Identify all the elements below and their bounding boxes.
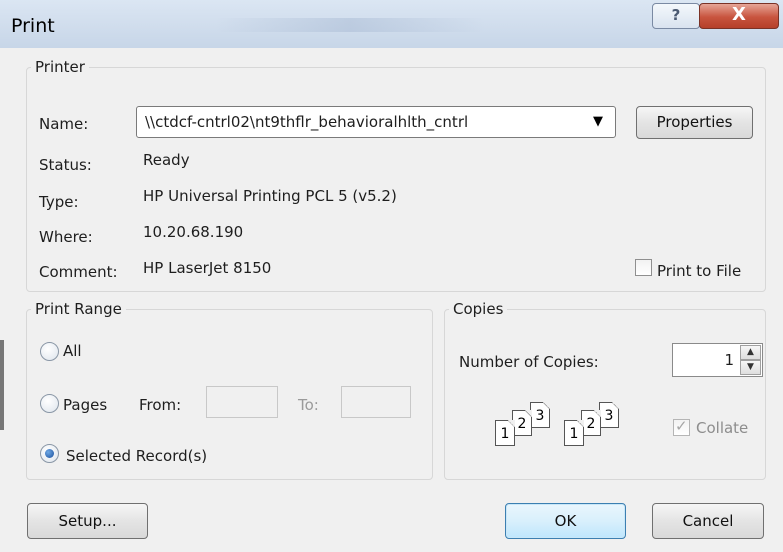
copies-group-label: Copies	[453, 300, 504, 318]
print-to-file-checkbox[interactable]	[635, 259, 652, 276]
all-radio-label[interactable]: All	[63, 342, 82, 360]
printer-group-label: Printer	[35, 58, 85, 76]
properties-button[interactable]: Properties	[636, 106, 753, 139]
cancel-button[interactable]: Cancel	[652, 503, 764, 539]
to-page-input[interactable]	[341, 386, 411, 418]
collate-label: Collate	[696, 419, 749, 437]
printer-group: Printer	[26, 58, 766, 292]
title-bar[interactable]: Print ? X	[0, 0, 783, 48]
help-button[interactable]: ?	[652, 3, 700, 29]
radio-selected-dot	[45, 449, 54, 458]
page-3-icon: 3	[599, 402, 619, 428]
name-label: Name:	[39, 115, 89, 133]
print-to-file-label[interactable]: Print to File	[657, 262, 741, 280]
page-2-icon: 2	[581, 410, 601, 436]
type-value: HP Universal Printing PCL 5 (v5.2)	[143, 187, 397, 205]
properties-button-label: Properties	[656, 113, 733, 131]
comment-value: HP LaserJet 8150	[143, 259, 272, 277]
page-3-icon: 3	[530, 402, 550, 428]
ok-button[interactable]: OK	[505, 503, 626, 539]
page-1-icon: 1	[564, 420, 584, 446]
close-button[interactable]: X	[699, 3, 779, 29]
setup-button[interactable]: Setup...	[27, 503, 148, 539]
background-window-edge	[0, 340, 4, 430]
ok-button-label: OK	[554, 512, 577, 530]
selected-records-radio[interactable]	[40, 444, 59, 463]
printer-name-select[interactable]: \\ctdcf-cntrl02\nt9thflr_behavioralhlth_…	[136, 106, 616, 138]
number-of-copies-label: Number of Copies:	[459, 353, 599, 371]
page-2-icon: 2	[512, 410, 532, 436]
window-title: Print	[11, 15, 55, 37]
from-label: From:	[139, 396, 182, 414]
setup-button-label: Setup...	[58, 512, 117, 530]
pages-radio-label[interactable]: Pages	[63, 396, 107, 414]
selected-records-label[interactable]: Selected Record(s)	[66, 447, 207, 465]
comment-label: Comment:	[39, 263, 118, 281]
print-range-group-label: Print Range	[35, 300, 122, 318]
copies-stepper[interactable]: 1 ▲ ▼	[672, 343, 763, 377]
blurred-background-title	[215, 18, 485, 32]
printer-name-value: \\ctdcf-cntrl02\nt9thflr_behavioralhlth_…	[145, 113, 469, 131]
collate-checkbox[interactable]: ✓	[673, 417, 690, 436]
all-radio[interactable]	[40, 342, 59, 361]
cancel-button-label: Cancel	[682, 512, 734, 530]
copies-value[interactable]: 1	[724, 351, 734, 369]
spin-down-icon[interactable]: ▼	[740, 360, 761, 375]
where-value: 10.20.68.190	[143, 223, 244, 241]
pages-radio[interactable]	[40, 394, 59, 413]
from-page-input[interactable]	[206, 386, 278, 418]
checkmark-icon: ✓	[675, 417, 688, 435]
status-label: Status:	[39, 156, 92, 174]
close-icon: X	[732, 4, 746, 25]
help-icon: ?	[671, 6, 681, 24]
chevron-down-icon[interactable]: ▼	[593, 114, 603, 129]
to-label: To:	[298, 396, 319, 414]
status-value: Ready	[143, 151, 190, 169]
copies-group: Copies	[444, 300, 766, 480]
spin-up-icon[interactable]: ▲	[740, 345, 761, 360]
collate-pages-icon: 3 2 1 3 2 1	[490, 402, 630, 452]
type-label: Type:	[39, 193, 79, 211]
where-label: Where:	[39, 228, 93, 246]
page-1-icon: 1	[495, 420, 515, 446]
